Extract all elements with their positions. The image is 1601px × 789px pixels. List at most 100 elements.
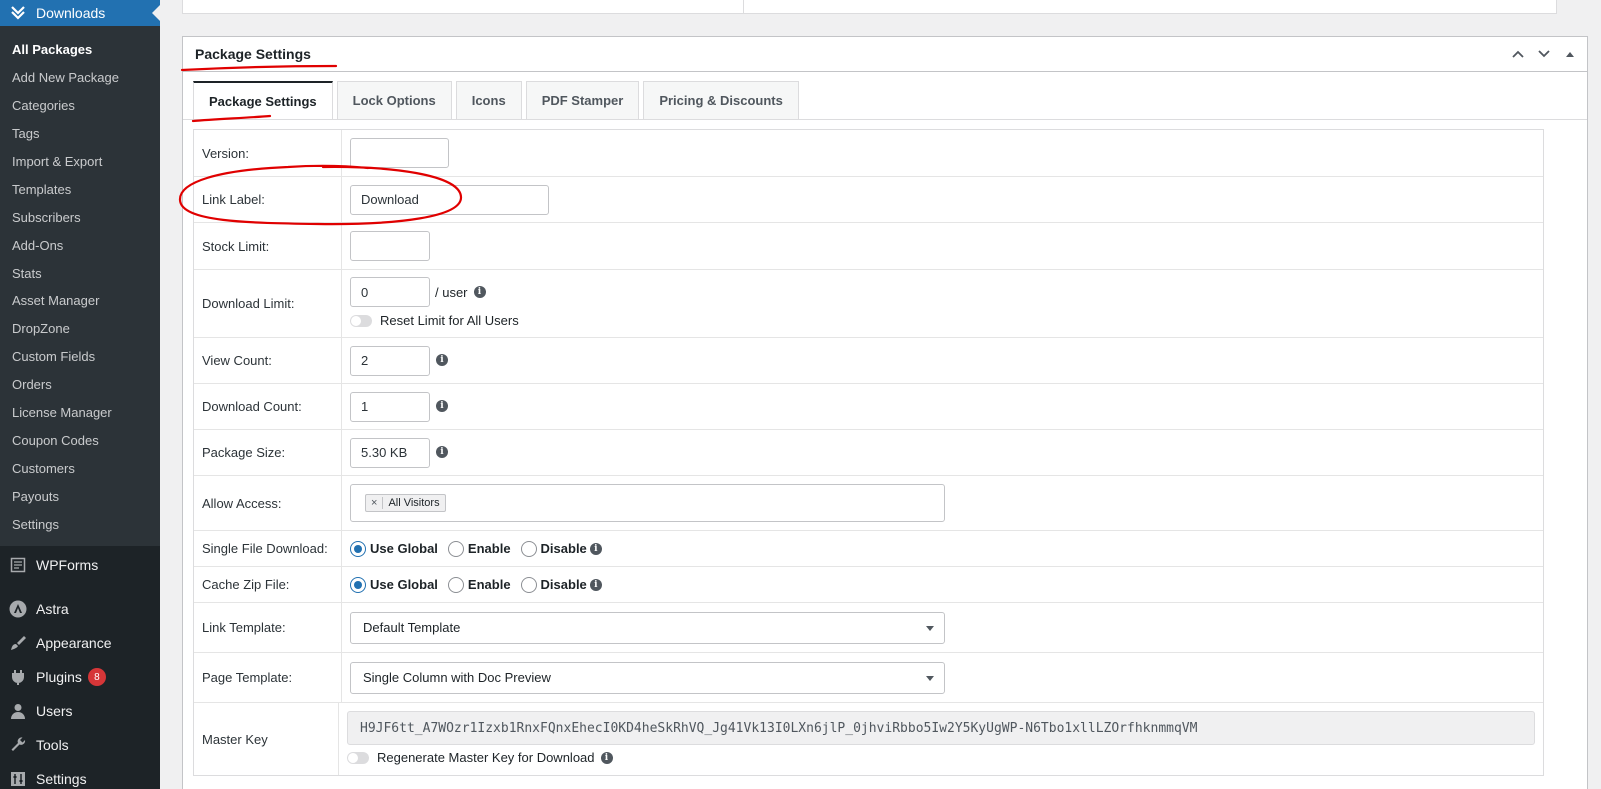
master-key-field[interactable]: H9JF6tt_A7WOzr1Izxb1RnxFQnxEhecI0KD4heSk…: [347, 711, 1535, 745]
chevron-down-icon: [926, 625, 934, 631]
submenu-subscribers[interactable]: Subscribers: [0, 203, 160, 231]
field-label: Download Limit:: [194, 270, 342, 337]
metabox-actions: [1507, 45, 1581, 61]
tab-icons[interactable]: Icons: [455, 81, 522, 119]
chip-label: All Visitors: [388, 497, 440, 509]
page-template-select[interactable]: Single Column with Doc Preview: [350, 661, 945, 694]
select-value: Single Column with Doc Preview: [363, 670, 551, 685]
submenu-orders[interactable]: Orders: [0, 371, 160, 399]
field-label: Allow Access:: [194, 476, 342, 530]
tabs-divider: [183, 119, 1587, 120]
radio-label: Enable: [467, 541, 511, 556]
submenu-customers[interactable]: Customers: [0, 454, 160, 482]
sidebar-item-label: Astra: [36, 601, 69, 618]
link-label-input[interactable]: [350, 184, 549, 215]
submenu-import-export[interactable]: Import & Export: [0, 148, 160, 176]
view-count-input[interactable]: [350, 345, 430, 376]
radio-use-global[interactable]: Use Global: [350, 576, 438, 593]
field-label: Single File Download:: [194, 531, 342, 566]
metabox-header: Package Settings: [183, 37, 1587, 72]
info-icon[interactable]: i: [589, 542, 602, 555]
tab-pdf-stamper[interactable]: PDF Stamper: [525, 81, 640, 119]
reset-limit-toggle[interactable]: [350, 314, 372, 327]
brush-icon: [8, 633, 28, 653]
radio-dot: [520, 540, 537, 557]
info-icon[interactable]: i: [436, 446, 448, 458]
sidebar-item-settings[interactable]: Settings: [0, 762, 160, 789]
info-icon[interactable]: i: [473, 286, 486, 298]
field-value: i: [342, 338, 1543, 383]
field-value: [342, 177, 1543, 222]
astra-icon: [8, 599, 28, 619]
info-icon[interactable]: i: [600, 751, 613, 764]
sidebar-item-appearance[interactable]: Appearance: [0, 626, 160, 660]
submenu-payouts[interactable]: Payouts: [0, 482, 160, 510]
radio-label: Enable: [467, 577, 511, 592]
submenu-categories[interactable]: Categories: [0, 92, 160, 120]
tab-lock-options[interactable]: Lock Options: [336, 81, 452, 119]
radio-enable[interactable]: Enable: [447, 540, 511, 557]
submenu-settings[interactable]: Settings: [0, 510, 160, 538]
settings-table: Version: Link Label: Stock Limit:: [193, 129, 1544, 776]
sidebar-item-plugins[interactable]: Plugins 8: [0, 660, 160, 694]
radio-disable[interactable]: Disable: [520, 576, 587, 593]
table-row: Cache Zip File: Use Global Enable Disabl…: [194, 567, 1543, 603]
radio-label: Use Global: [370, 577, 438, 592]
sidebar-item-wpforms[interactable]: WPForms: [0, 548, 160, 582]
allow-access-select[interactable]: × All Visitors: [350, 484, 945, 522]
sidebar-item-label: Plugins: [36, 669, 82, 686]
submenu-tags[interactable]: Tags: [0, 120, 160, 148]
field-value: Default Template: [342, 603, 1543, 652]
table-row: Stock Limit:: [194, 223, 1543, 270]
sidebar-item-astra[interactable]: Astra: [0, 592, 160, 626]
submenu-coupon-codes[interactable]: Coupon Codes: [0, 426, 160, 454]
info-icon[interactable]: i: [436, 400, 448, 412]
radio-dot: [520, 576, 537, 593]
move-down-icon[interactable]: [1533, 45, 1555, 61]
field-value: i: [342, 430, 1543, 475]
info-icon[interactable]: i: [436, 354, 448, 366]
radio-disable[interactable]: Disable: [520, 540, 587, 557]
tab-package-settings[interactable]: Package Settings: [193, 81, 333, 120]
stock-limit-input[interactable]: [350, 231, 430, 261]
download-count-input[interactable]: [350, 391, 430, 422]
radio-use-global[interactable]: Use Global: [350, 540, 438, 557]
sidebar-item-downloads[interactable]: Downloads: [0, 0, 160, 26]
submenu-add-new-package[interactable]: Add New Package: [0, 64, 160, 92]
wpforms-icon: [8, 555, 28, 575]
info-icon[interactable]: i: [589, 578, 602, 591]
submenu-custom-fields[interactable]: Custom Fields: [0, 343, 160, 371]
tab-pricing-discounts[interactable]: Pricing & Discounts: [643, 81, 799, 119]
submenu-all-packages[interactable]: All Packages: [0, 36, 160, 64]
version-input[interactable]: [350, 138, 449, 168]
table-row: Link Label:: [194, 177, 1543, 223]
download-icon: [10, 5, 26, 21]
move-up-icon[interactable]: [1507, 45, 1529, 61]
radio-dot: [447, 540, 464, 557]
submenu-asset-manager[interactable]: Asset Manager: [0, 287, 160, 315]
sidebar-item-label: Tools: [36, 737, 69, 754]
field-label: Stock Limit:: [194, 223, 342, 269]
submenu-templates[interactable]: Templates: [0, 175, 160, 203]
submenu-dropzone[interactable]: DropZone: [0, 315, 160, 343]
sidebar-item-users[interactable]: Users: [0, 694, 160, 728]
remove-chip-icon[interactable]: ×: [366, 497, 384, 509]
table-row: Package Size: i: [194, 430, 1543, 476]
package-settings-metabox: Package Settings Package Settings Lock O…: [182, 36, 1588, 789]
submenu-license-manager[interactable]: License Manager: [0, 399, 160, 427]
regenerate-key-toggle[interactable]: [347, 751, 369, 764]
user-icon: [8, 701, 28, 721]
package-size-input[interactable]: [350, 437, 430, 468]
table-row: Single File Download: Use Global Enable …: [194, 531, 1543, 567]
toggle-panel-icon[interactable]: [1559, 45, 1581, 61]
submenu-add-ons[interactable]: Add-Ons: [0, 231, 160, 259]
submenu-stats[interactable]: Stats: [0, 259, 160, 287]
radio-label: Disable: [540, 541, 587, 556]
radio-enable[interactable]: Enable: [447, 576, 511, 593]
download-limit-input[interactable]: [350, 277, 430, 307]
table-row: Master Key H9JF6tt_A7WOzr1Izxb1RnxFQnxEh…: [194, 703, 1543, 775]
sidebar-item-tools[interactable]: Tools: [0, 728, 160, 762]
sidebar-submenu: All Packages Add New Package Categories …: [0, 26, 160, 547]
field-label: Page Template:: [194, 653, 342, 702]
link-template-select[interactable]: Default Template: [350, 611, 945, 644]
